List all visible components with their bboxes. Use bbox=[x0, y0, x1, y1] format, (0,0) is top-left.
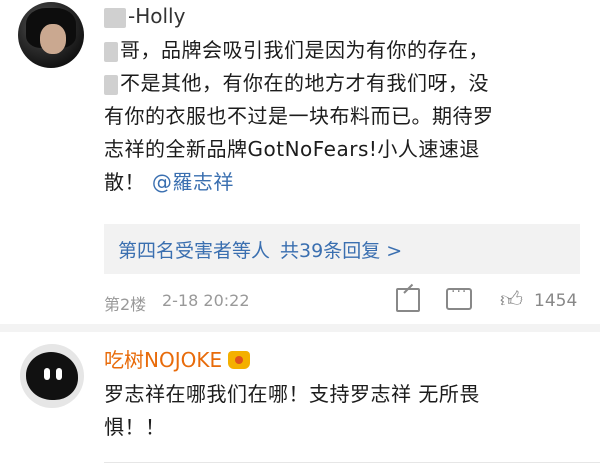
comment-line: 惧！！ bbox=[104, 415, 166, 439]
comment-username[interactable]: 吃树NOJOKE bbox=[104, 344, 251, 373]
comment-line: 散！ @羅志祥 bbox=[104, 170, 234, 194]
floor-number: 第2楼 bbox=[104, 295, 147, 314]
like-count: 1454 bbox=[534, 291, 578, 311]
comment-icon[interactable] bbox=[446, 284, 472, 310]
comment-text: 哥，品牌会吸引我们是因为有你的存在， 不是其他，有你在的地方才有我们呀，没 有你… bbox=[104, 34, 584, 199]
comment-text: 罗志祥在哪我们在哪！支持罗志祥 无所畏 惧！！ bbox=[104, 378, 584, 444]
comment-meta: 第2楼 2-18 20:22 👍︎ 1454 bbox=[104, 284, 584, 314]
comment-username[interactable]: -Holly bbox=[104, 4, 185, 28]
reply-author-link[interactable]: 第四名受害者 bbox=[118, 236, 232, 263]
comment-timestamp: 2-18 20:22 bbox=[162, 291, 250, 310]
avatar[interactable] bbox=[18, 2, 84, 68]
comment-line: 罗志祥在哪我们在哪！支持罗志祥 无所畏 bbox=[104, 382, 480, 406]
comment-item: -Holly 哥，品牌会吸引我们是因为有你的存在， 不是其他，有你在的地方才有我… bbox=[0, 0, 600, 320]
comment-line: 有你的衣服也不过是一块布料而已。期待罗 bbox=[104, 104, 494, 128]
replies-preview[interactable]: 第四名受害者 等人 共39条回复 > bbox=[104, 224, 580, 274]
reply-others-label: 等人 bbox=[232, 239, 271, 262]
crown-badge-icon bbox=[228, 351, 251, 369]
comment-line: 哥，品牌会吸引我们是因为有你的存在， bbox=[104, 34, 584, 67]
like-icon[interactable]: 👍︎ bbox=[500, 286, 523, 313]
reply-count-link[interactable]: 共39条回复 > bbox=[280, 236, 402, 263]
mention-link[interactable]: @羅志祥 bbox=[152, 170, 234, 194]
blurred-name-part bbox=[104, 7, 126, 28]
divider bbox=[104, 462, 600, 463]
comment-line: 志祥的全新品牌GotNoFears!小人速速退 bbox=[104, 137, 480, 161]
avatar[interactable] bbox=[20, 344, 84, 408]
comment-item: 吃树NOJOKE 罗志祥在哪我们在哪！支持罗志祥 无所畏 惧！！ bbox=[0, 330, 600, 464]
comment-line: 不是其他，有你在的地方才有我们呀，没 bbox=[104, 67, 584, 100]
share-icon[interactable] bbox=[396, 288, 420, 312]
